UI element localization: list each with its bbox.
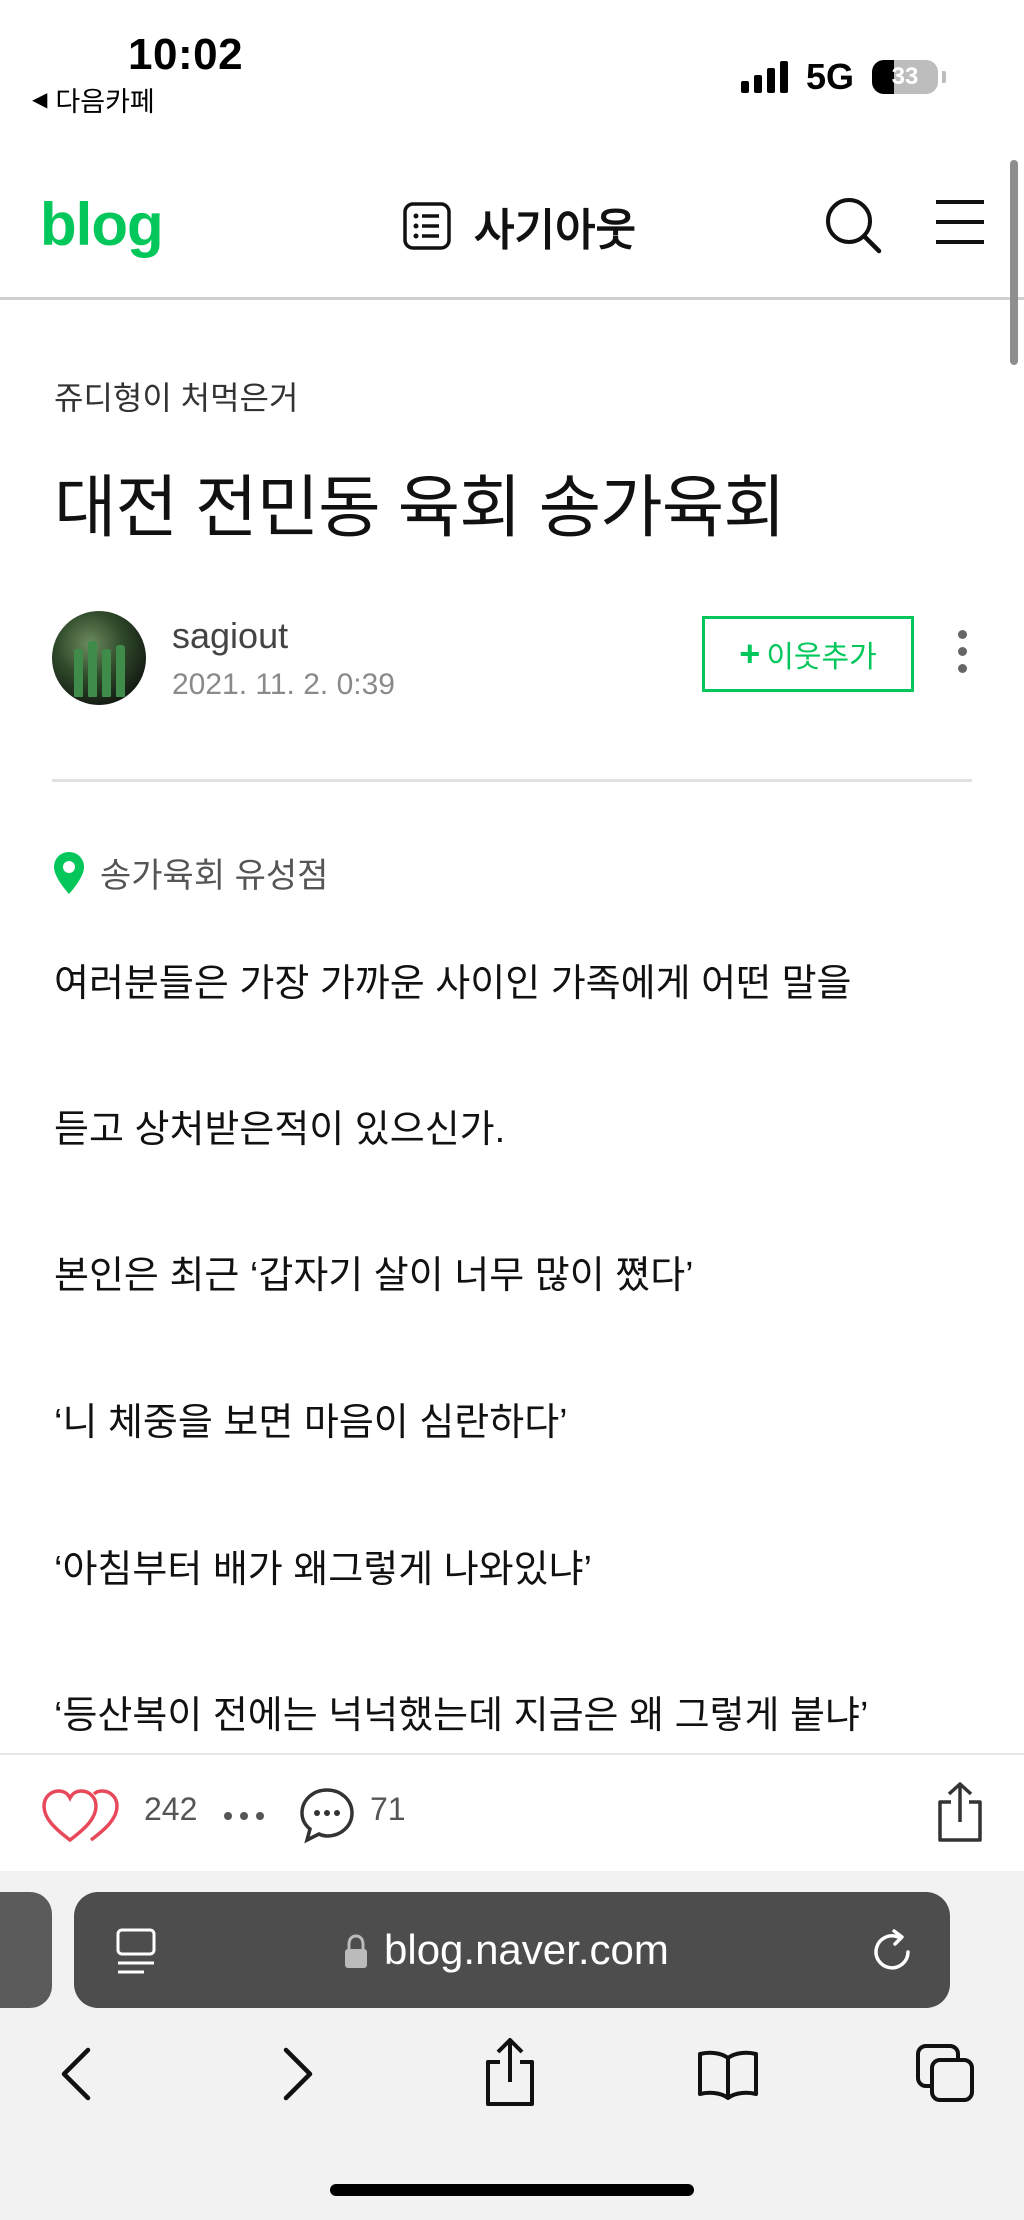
menu-icon[interactable] — [934, 196, 986, 248]
place-link[interactable]: 송가육회 유성점 — [52, 848, 328, 897]
cellular-signal-icon — [740, 61, 788, 93]
post-head-divider — [52, 779, 972, 782]
add-neighbor-label: 이웃추가 — [766, 641, 877, 674]
like-count: 242 — [144, 1791, 198, 1827]
post-paragraph: 본인은 최근 ‘갑자기 살이 너무 많이 쪘다’ — [54, 1255, 694, 1297]
post-paragraph: 듣고 상처받은적이 있으신가. — [54, 1109, 506, 1151]
post-date: 2021. 11. 2. 0:39 — [172, 668, 395, 701]
back-triangle-icon: ◀ — [32, 89, 48, 111]
previous-tab-preview[interactable] — [0, 1892, 52, 2008]
battery-percent: 33 — [891, 63, 919, 90]
place-name: 송가육회 유성점 — [100, 857, 329, 895]
location-pin-icon — [54, 851, 84, 894]
post-paragraph: ‘등산복이 전에는 넉넉했는데 지금은 왜 그렇게 붙냐’ — [54, 1695, 869, 1737]
blog-title-link[interactable]: 사기아웃 — [402, 194, 636, 258]
like-heart-icon[interactable] — [40, 1786, 126, 1846]
lock-icon — [345, 1934, 367, 1968]
status-indicators: 5G 33 — [740, 56, 946, 98]
home-indicator[interactable] — [330, 2184, 694, 2196]
post-paragraph: ‘니 체중을 보면 마음이 심란하다’ — [54, 1402, 568, 1444]
browser-share-icon[interactable] — [482, 2036, 538, 2108]
post-paragraph: ‘아침부터 배가 왜그렇게 나와있냐’ — [54, 1549, 592, 1591]
bookmarks-icon[interactable] — [696, 2048, 760, 2100]
author-name[interactable]: sagiout — [172, 615, 288, 657]
page-scrollbar[interactable] — [1010, 160, 1018, 365]
header-divider — [0, 297, 1024, 300]
share-icon[interactable] — [934, 1780, 986, 1844]
reload-icon[interactable] — [868, 1928, 916, 1976]
network-type: 5G — [805, 56, 854, 97]
post-paragraph: 여러분들은 가장 가까운 사이인 가족에게 어떤 말을 — [54, 963, 852, 1005]
plus-icon: + — [739, 633, 761, 674]
add-neighbor-button[interactable]: + 이웃추가 — [702, 616, 914, 692]
blog-name: 사기아웃 — [474, 206, 636, 255]
likers-more-icon[interactable] — [224, 1812, 264, 1820]
more-options-icon[interactable] — [958, 630, 967, 673]
battery-icon: 33 — [872, 60, 938, 94]
forward-icon[interactable] — [278, 2046, 318, 2102]
status-time: 10:02 — [128, 30, 244, 79]
comment-count: 71 — [370, 1791, 406, 1827]
search-icon[interactable] — [824, 196, 882, 254]
post-title: 대전 전민동 육회 송가육회 — [54, 470, 786, 546]
blog-logo[interactable]: blog — [40, 190, 164, 259]
author-avatar[interactable] — [52, 611, 146, 705]
tabs-icon[interactable] — [914, 2042, 976, 2104]
url-text[interactable]: blog.naver.com — [384, 1926, 669, 1974]
battery-tip — [942, 71, 946, 83]
back-app-label: 다음카페 — [55, 87, 155, 117]
back-icon[interactable] — [56, 2046, 96, 2102]
comment-icon[interactable] — [298, 1786, 356, 1844]
back-to-app-link[interactable]: ◀ 다음카페 — [32, 80, 155, 119]
reader-format-icon[interactable] — [114, 1926, 160, 1976]
list-icon — [403, 202, 451, 250]
post-category[interactable]: 쥬디형이 처먹은거 — [54, 373, 298, 419]
